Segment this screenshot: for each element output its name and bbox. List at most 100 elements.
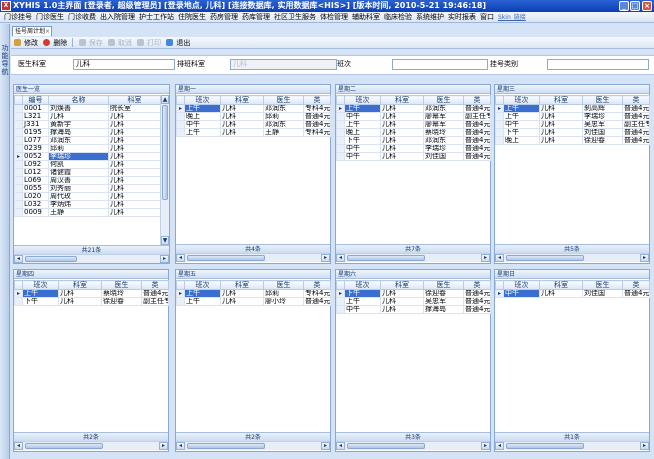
column-header[interactable]: 医生 xyxy=(263,280,304,290)
scroll-left-icon[interactable]: ◂ xyxy=(495,442,504,450)
scroll-right-icon[interactable]: ▸ xyxy=(481,254,490,262)
table-row[interactable]: 晚上 儿科 蔡晓玲 普通4元 xyxy=(336,128,491,137)
scroll-down-icon[interactable]: ▼ xyxy=(161,236,169,245)
column-header[interactable]: 编号 xyxy=(22,95,49,105)
column-header[interactable]: 班次 xyxy=(344,280,381,290)
menu-item[interactable]: 系统维护 xyxy=(416,12,444,22)
menu-item[interactable]: 住院医生 xyxy=(178,12,206,22)
table-row[interactable]: ▸ 中午 儿科 刘佳国 普通4元 xyxy=(495,289,650,298)
table-row[interactable]: 中午 儿科 李瑞珍 普通4元 xyxy=(336,144,491,153)
table-row[interactable]: 上午 儿科 李瑞珍 普通4元 xyxy=(495,112,650,121)
exit-button[interactable]: 退出 xyxy=(176,37,190,49)
table-row[interactable]: L069 周汉善 儿科 xyxy=(14,176,161,185)
column-header[interactable]: 班次 xyxy=(184,95,221,105)
nav-strip[interactable]: 功能导航 xyxy=(0,24,10,459)
table-row[interactable]: 晚上 儿科 徐迎春 普通4元 xyxy=(495,136,650,145)
table-row[interactable]: 0195 撑海岛 儿科 xyxy=(14,128,161,137)
column-header[interactable]: 类 xyxy=(463,280,491,290)
scroll-left-icon[interactable]: ◂ xyxy=(176,442,185,450)
delete-button[interactable]: 删除 xyxy=(53,37,67,49)
column-header[interactable]: 医生 xyxy=(423,280,464,290)
print-button[interactable]: 打印 xyxy=(147,37,161,49)
table-row[interactable]: ▸ 下午 儿科 徐迎春 普通4元 xyxy=(336,289,491,298)
column-header[interactable]: 类 xyxy=(463,95,491,105)
column-header[interactable]: 班次 xyxy=(503,95,540,105)
scroll-thumb[interactable] xyxy=(347,255,425,261)
scroll-thumb[interactable] xyxy=(187,255,265,261)
doctor-hscrollbar[interactable]: ◂ ▸ xyxy=(14,254,169,263)
table-row[interactable]: 0239 邱莉 儿科 xyxy=(14,144,161,153)
menu-item[interactable]: 窗口 xyxy=(480,12,494,22)
table-row[interactable]: 下午 儿科 徐迎春 副主任专 xyxy=(14,297,169,306)
table-row[interactable]: ▸ 上午 儿科 邓润东 普通4元 xyxy=(336,104,491,113)
skin-link[interactable]: Skin_链接 xyxy=(498,12,526,22)
table-row[interactable]: 下午 儿科 邓润东 普通4元 xyxy=(336,136,491,145)
column-header[interactable]: 科室 xyxy=(108,95,161,105)
scroll-left-icon[interactable]: ◂ xyxy=(176,254,185,262)
table-row[interactable]: 0009 王静 儿科 xyxy=(14,208,161,217)
minimize-icon[interactable]: _ xyxy=(619,1,629,11)
edit-button[interactable]: 修改 xyxy=(24,37,38,49)
column-header[interactable]: 类 xyxy=(141,280,169,290)
scroll-thumb[interactable] xyxy=(25,256,77,262)
reg-type-field[interactable] xyxy=(547,59,649,70)
column-header[interactable]: 科室 xyxy=(539,95,583,105)
scroll-left-icon[interactable]: ◂ xyxy=(336,254,345,262)
doctor-dept-field[interactable]: 儿科 xyxy=(73,59,175,70)
day-hscrollbar[interactable]: ◂ ▸ xyxy=(495,441,649,450)
column-header[interactable]: 班次 xyxy=(503,280,540,290)
table-row[interactable]: L077 邓润东 儿科 xyxy=(14,136,161,145)
column-header[interactable]: 班次 xyxy=(22,280,59,290)
close-icon[interactable]: × xyxy=(642,1,652,11)
table-row[interactable]: ▸ 0052 李瑞珍 儿科 xyxy=(14,152,161,161)
doctor-vscrollbar[interactable]: ▲ ▼ xyxy=(160,95,169,245)
column-header[interactable]: 医生 xyxy=(582,280,623,290)
menu-item[interactable]: 护士工作站 xyxy=(139,12,174,22)
scroll-right-icon[interactable]: ▸ xyxy=(321,442,330,450)
day-hscrollbar[interactable]: ◂ ▸ xyxy=(495,253,649,262)
scroll-left-icon[interactable]: ◂ xyxy=(14,442,23,450)
menu-item[interactable]: 实时报表 xyxy=(448,12,476,22)
menu-item[interactable]: 门诊医生 xyxy=(36,12,64,22)
column-header[interactable]: 科室 xyxy=(380,280,424,290)
cancel-button[interactable]: 取消 xyxy=(118,37,132,49)
column-header[interactable]: 科室 xyxy=(58,280,102,290)
table-row[interactable]: 中午 儿科 廖幂军 副主任专 xyxy=(336,112,491,121)
table-row[interactable]: 下午 儿科 刘佳国 普通4元 xyxy=(495,128,650,137)
scroll-right-icon[interactable]: ▸ xyxy=(640,254,649,262)
column-header[interactable]: 科室 xyxy=(380,95,424,105)
menu-item[interactable]: 门诊挂号 xyxy=(4,12,32,22)
menu-item[interactable]: 出入院管理 xyxy=(100,12,135,22)
scroll-right-icon[interactable]: ▸ xyxy=(640,442,649,450)
column-header[interactable]: 类 xyxy=(622,280,650,290)
scroll-thumb[interactable] xyxy=(187,443,265,449)
table-row[interactable]: 0055 刘秀丽 儿科 xyxy=(14,184,161,193)
table-row[interactable]: ▸ 上午 儿科 邓润东 专科4元 xyxy=(176,104,331,113)
table-row[interactable]: 中午 儿科 撑海岛 普通4元 xyxy=(336,305,491,314)
table-row[interactable]: 中午 儿科 吴忠军 副主任专 xyxy=(495,120,650,129)
scroll-up-icon[interactable]: ▲ xyxy=(161,95,169,104)
shift-field[interactable] xyxy=(392,59,488,70)
scroll-thumb[interactable] xyxy=(162,105,168,200)
column-header[interactable]: 医生 xyxy=(423,95,464,105)
day-hscrollbar[interactable]: ◂ ▸ xyxy=(336,441,490,450)
table-row[interactable]: 0001 刘焕善 院长室 xyxy=(14,104,161,113)
table-row[interactable]: 上午 儿科 王静 专科4元 xyxy=(176,128,331,137)
scroll-right-icon[interactable]: ▸ xyxy=(159,442,168,450)
scroll-left-icon[interactable]: ◂ xyxy=(14,255,23,263)
column-header[interactable]: 类 xyxy=(622,95,650,105)
table-row[interactable]: L092 何凯 儿科 xyxy=(14,160,161,169)
day-hscrollbar[interactable]: ◂ ▸ xyxy=(176,441,330,450)
table-row[interactable]: L012 诸健霞 儿科 xyxy=(14,168,161,177)
table-row[interactable]: 上午 儿科 廖幂军 普通4元 xyxy=(336,120,491,129)
day-hscrollbar[interactable]: ◂ ▸ xyxy=(14,441,168,450)
table-row[interactable]: 中午 儿科 刘佳国 普通4元 xyxy=(336,152,491,161)
maximize-icon[interactable]: □ xyxy=(630,1,640,11)
menu-item[interactable]: 药库管理 xyxy=(242,12,270,22)
scroll-left-icon[interactable]: ◂ xyxy=(336,442,345,450)
scroll-thumb[interactable] xyxy=(506,255,584,261)
scroll-right-icon[interactable]: ▸ xyxy=(481,442,490,450)
menu-item[interactable]: 社区卫生服务 xyxy=(274,12,316,22)
column-header[interactable]: 科室 xyxy=(539,280,583,290)
table-row[interactable]: ▸ 上午 儿科 邱莉 专科4元 xyxy=(176,289,331,298)
